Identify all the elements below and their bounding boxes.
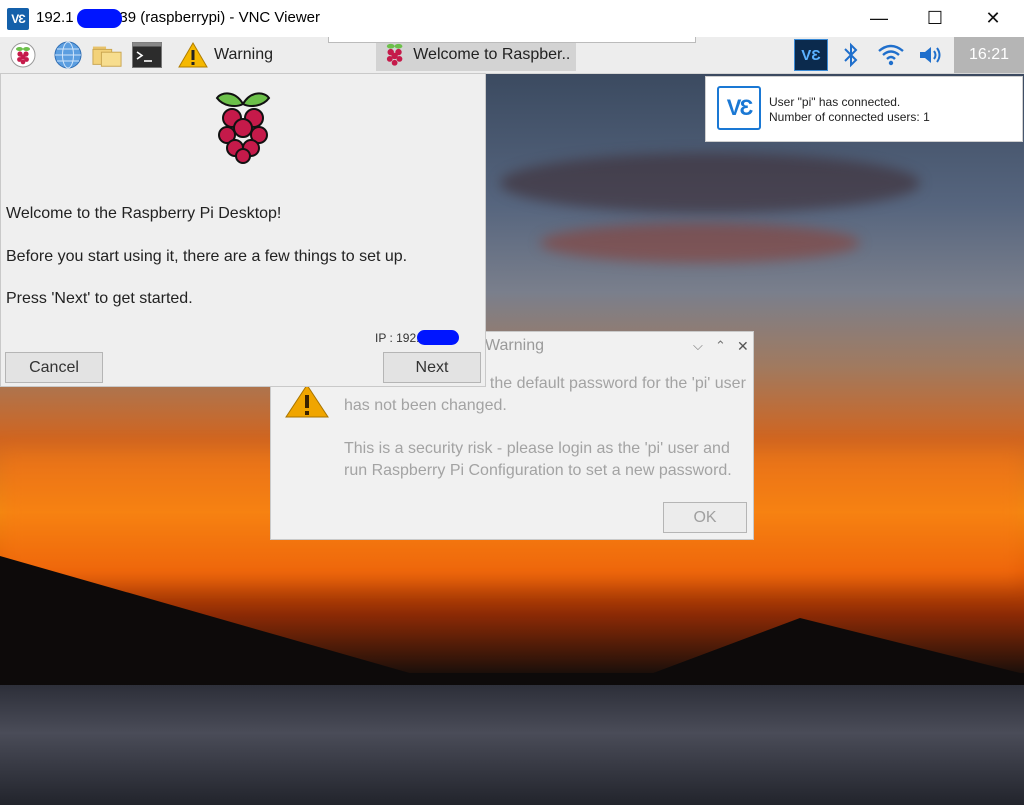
chevron-up-icon[interactable]: ⌃ <box>715 338 726 354</box>
taskbar-clock[interactable]: 16:21 <box>954 37 1024 73</box>
warning-icon <box>285 384 329 423</box>
warning-message-line: run Raspberry Pi Configuration to set a … <box>344 462 732 479</box>
wallpaper-cloud <box>500 153 920 213</box>
terminal-icon[interactable] <box>132 40 162 70</box>
ok-button[interactable]: OK <box>663 502 747 533</box>
wallpaper-cloud <box>540 223 860 263</box>
chevron-down-icon[interactable]: ⌵ <box>693 338 703 354</box>
vnc-server-tray-icon[interactable]: VƐ <box>794 39 828 71</box>
raspberry-icon <box>386 43 403 66</box>
redaction-mark <box>77 9 122 28</box>
taskbar-item-label: Warning <box>214 46 273 63</box>
vnc-viewer-titlebar: VƐ 192.1 .139 (raspberrypi) - VNC Viewer… <box>0 0 1024 37</box>
titlebar-tooltip-remnant <box>328 37 696 43</box>
raspberry-menu-icon[interactable] <box>8 40 38 70</box>
welcome-window: Welcome to the Raspberry Pi Desktop! Bef… <box>0 73 486 387</box>
notification-text: User "pi" has connected. <box>769 95 901 109</box>
close-icon[interactable]: ✕ <box>737 338 749 355</box>
taskbar-item-warning[interactable]: Warning <box>172 39 372 71</box>
warning-message-line: has not been changed. <box>344 397 507 414</box>
minimize-button[interactable]: — <box>856 0 902 37</box>
web-browser-icon[interactable] <box>53 40 83 70</box>
warning-dialog-title: Warning <box>485 337 544 354</box>
lxde-taskbar: Warning Welcome to Raspber... VƐ 16:21 <box>0 37 1024 74</box>
wallpaper-shoreline <box>0 673 1024 685</box>
welcome-heading: Welcome to the Raspberry Pi Desktop! <box>6 205 282 222</box>
connection-notification[interactable]: VƐ User "pi" has connected. Number of co… <box>705 76 1023 142</box>
vnc-viewer-icon: VƐ <box>7 8 29 30</box>
warning-icon <box>178 42 208 68</box>
next-button[interactable]: Next <box>383 352 481 383</box>
wifi-icon[interactable] <box>876 40 906 70</box>
warning-message-line: This is a security risk - please login a… <box>344 440 730 457</box>
raspberry-pi-logo <box>213 88 273 171</box>
redaction-mark <box>417 330 459 345</box>
volume-icon[interactable] <box>916 40 946 70</box>
maximize-button[interactable]: ☐ <box>912 0 958 37</box>
taskbar-item-welcome[interactable]: Welcome to Raspber... <box>376 39 576 71</box>
vnc-logo-icon: VƐ <box>717 86 761 130</box>
welcome-text: Press 'Next' to get started. <box>6 290 193 307</box>
wallpaper-water <box>0 685 1024 805</box>
close-window-button[interactable]: ✕ <box>970 0 1016 37</box>
file-manager-icon[interactable] <box>92 40 122 70</box>
bluetooth-icon[interactable] <box>836 40 866 70</box>
wallpaper-mountain <box>0 556 420 676</box>
cancel-button[interactable]: Cancel <box>5 352 103 383</box>
taskbar-item-label: Welcome to Raspber... <box>413 46 570 63</box>
notification-text: Number of connected users: 1 <box>769 110 930 124</box>
wallpaper-mountain <box>640 618 1024 678</box>
welcome-text: Before you start using it, there are a f… <box>6 248 408 265</box>
